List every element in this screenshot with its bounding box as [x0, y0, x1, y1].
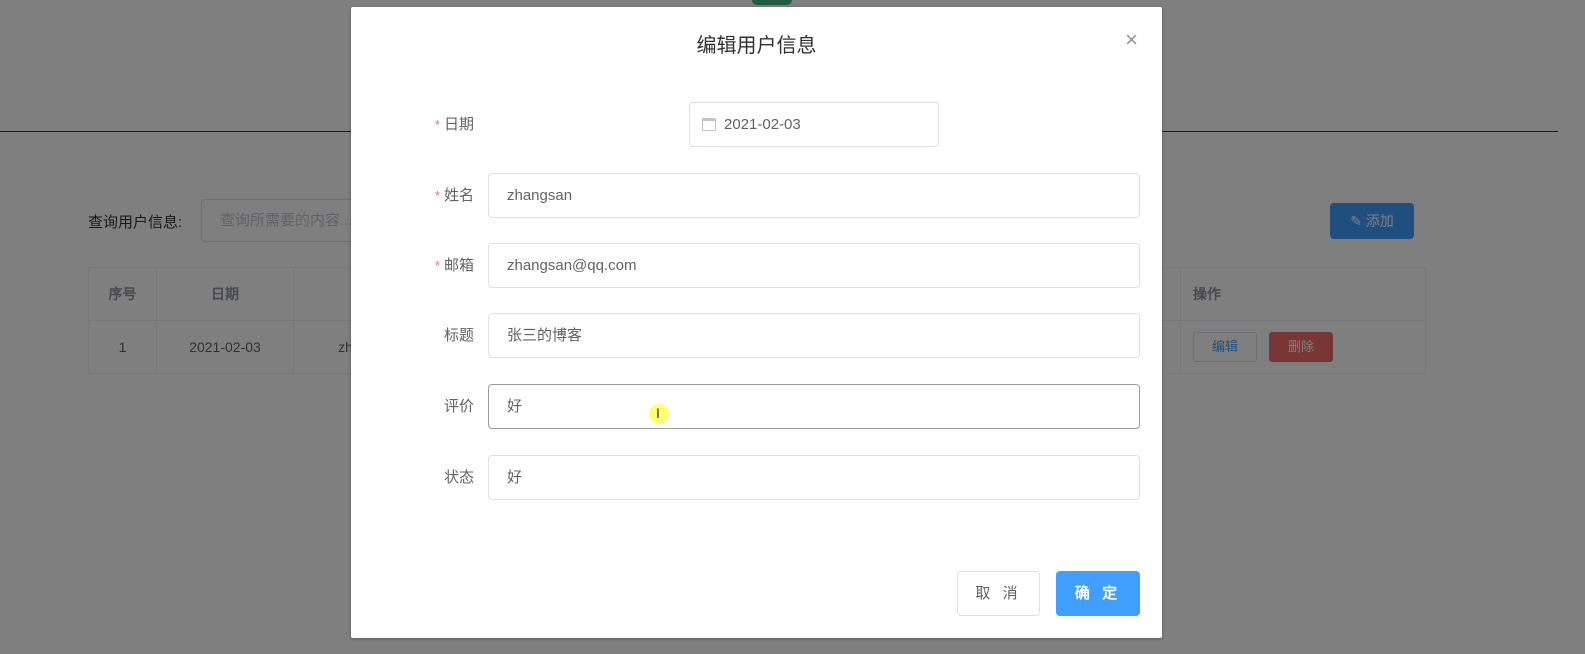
- mouse-cursor-highlight: I: [649, 404, 669, 424]
- date-label: * 日期: [435, 102, 474, 147]
- form-item-title: 标题 张三的博客: [351, 313, 1162, 358]
- label-text: 邮箱: [443, 257, 474, 274]
- date-picker[interactable]: 2021-02-03: [689, 102, 939, 147]
- form-item-email: * 邮箱 zhangsan@qq.com: [351, 243, 1162, 288]
- review-label: 评价: [443, 398, 474, 415]
- form-item-name: * 姓名 zhangsan: [351, 173, 1162, 218]
- date-value: 2021-02-03: [724, 116, 801, 133]
- confirm-button[interactable]: 确 定: [1056, 571, 1140, 616]
- dialog-title: 编辑用户信息: [696, 35, 817, 57]
- required-mark: *: [434, 117, 440, 132]
- edit-user-dialog: 编辑用户信息 × * 日期 2021-02-03 * 姓名 zhangsan * 邮箱…: [351, 7, 1162, 638]
- email-input[interactable]: zhangsan@qq.com: [488, 243, 1140, 288]
- form-item-date: * 日期 2021-02-03: [351, 102, 1162, 147]
- review-input[interactable]: 好: [488, 384, 1140, 429]
- close-icon[interactable]: ×: [1125, 27, 1138, 53]
- name-input[interactable]: zhangsan: [488, 173, 1140, 218]
- cancel-button[interactable]: 取 消: [957, 571, 1040, 616]
- required-mark: *: [434, 188, 440, 203]
- required-mark: *: [434, 258, 440, 273]
- email-label: * 邮箱: [435, 243, 474, 288]
- status-label: 状态: [443, 469, 474, 486]
- title-label: 标题: [443, 327, 474, 344]
- form-item-status: 状态 好: [351, 455, 1162, 500]
- label-text: 日期: [443, 116, 474, 133]
- text-cursor-icon: I: [656, 405, 660, 421]
- calendar-icon: [702, 118, 716, 131]
- title-input[interactable]: 张三的博客: [488, 313, 1140, 358]
- name-label: * 姓名: [435, 173, 474, 218]
- label-text: 姓名: [443, 187, 474, 204]
- form-item-review: 评价 好: [351, 384, 1162, 429]
- status-input[interactable]: 好: [488, 455, 1140, 500]
